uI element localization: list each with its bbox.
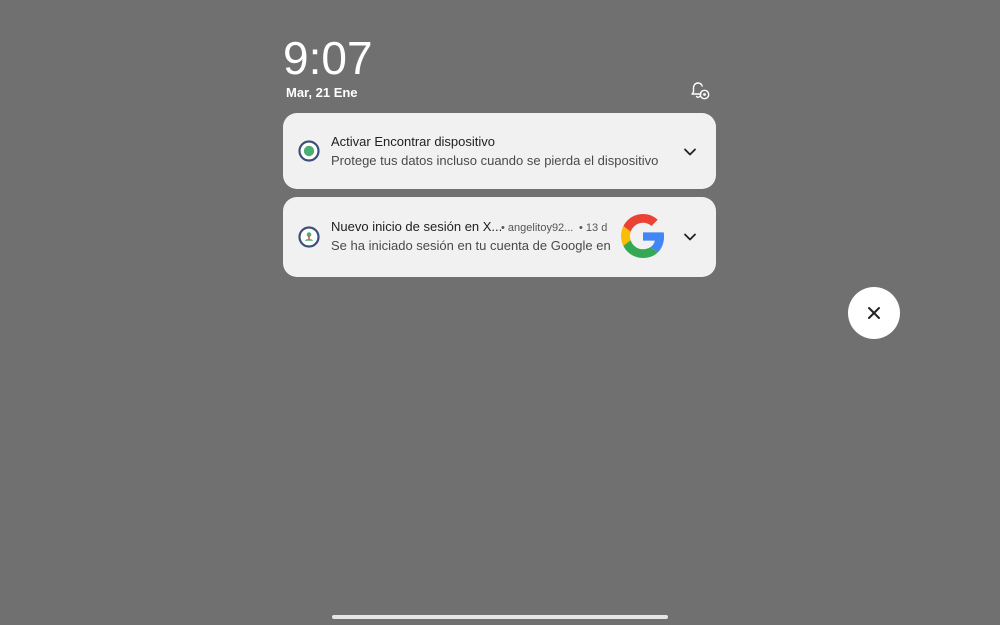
close-icon bbox=[868, 307, 880, 319]
notification-time: • 13 d bbox=[579, 222, 608, 234]
navigation-handle[interactable] bbox=[332, 615, 668, 619]
notification-body: Protege tus datos incluso cuando se pier… bbox=[331, 153, 659, 168]
google-account-icon bbox=[298, 226, 320, 248]
notification-card-google-signin[interactable]: Nuevo inicio de sesión en X... • angelit… bbox=[283, 197, 716, 277]
notification-body: Se ha iniciado sesión en tu cuenta de Go… bbox=[331, 238, 611, 253]
notification-card-find-device[interactable]: Activar Encontrar dispositivo Protege tu… bbox=[283, 113, 716, 189]
clock-date: Mar, 21 Ene bbox=[286, 85, 358, 100]
clock-time: 9:07 bbox=[283, 32, 373, 84]
find-device-icon bbox=[298, 140, 320, 162]
notification-settings-icon[interactable] bbox=[689, 80, 711, 102]
chevron-down-icon[interactable] bbox=[682, 229, 698, 245]
chevron-down-icon[interactable] bbox=[682, 144, 698, 160]
close-button[interactable] bbox=[848, 287, 900, 339]
lock-screen: 9:07 Mar, 21 Ene Activar Encontrar dispo… bbox=[0, 0, 1000, 625]
notification-title: Nuevo inicio de sesión en X... bbox=[331, 219, 503, 234]
notification-title: Activar Encontrar dispositivo bbox=[331, 134, 496, 149]
google-logo-icon bbox=[621, 214, 665, 258]
notification-account: • angelitoy92... bbox=[501, 222, 574, 234]
